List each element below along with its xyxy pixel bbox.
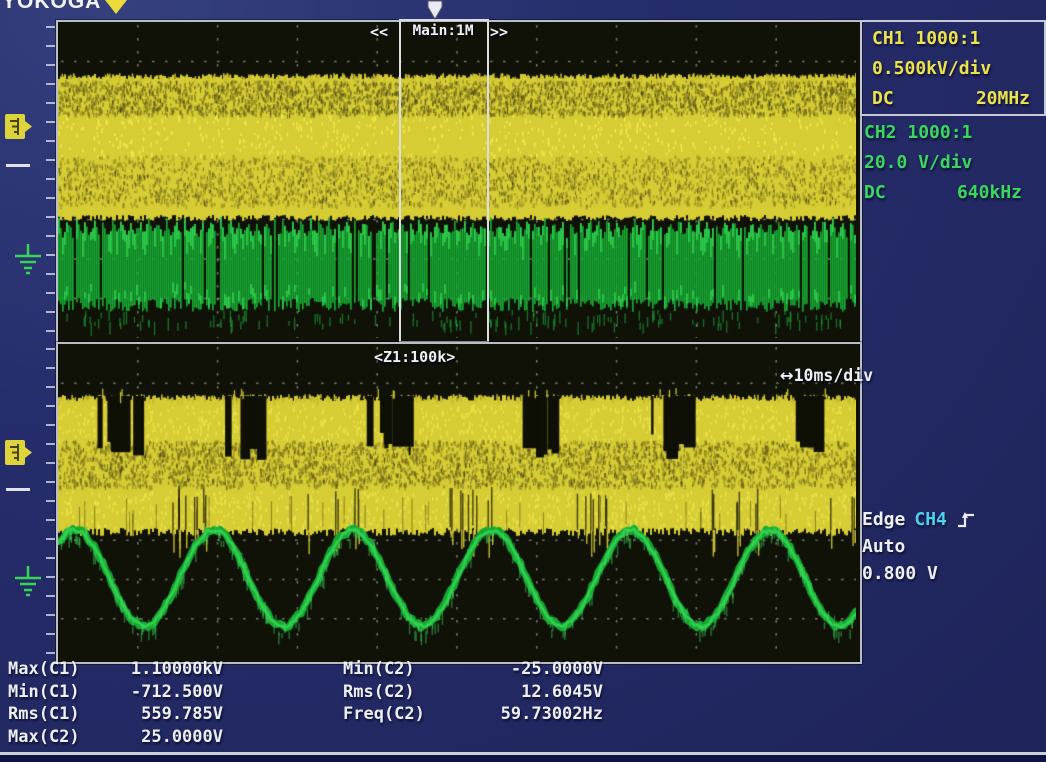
zoom-timebase: 10ms/div [794, 366, 873, 385]
measurements-column-1: Max(C1)1.10000kV Min(C1)-712.500V Rms(C1… [8, 659, 223, 749]
zoom-timebase-readout: ↔10ms/div [740, 347, 856, 404]
main-window-canvas [58, 22, 856, 338]
main-nav-left: << [370, 23, 388, 41]
trigger-type: Edge [862, 506, 905, 533]
ch1-ground-marker-main [4, 112, 34, 142]
trigger-position-pointer-icon [424, 0, 446, 20]
ch1-ground-marker-zoom [4, 438, 34, 468]
left-right-arrow-icon: ↔ [780, 366, 794, 385]
main-nav-right: >> [490, 23, 508, 41]
rising-edge-icon [956, 510, 976, 530]
ch2-name: CH2 [864, 122, 897, 143]
trigger-mode: Auto [862, 533, 976, 560]
measurements-column-2: Min(C2)-25.0000V Rms(C2)12.6045V Freq(C2… [343, 659, 603, 727]
ch2-settings-block: CH2 1000:1 20.0 V/div DC 640kHz [864, 118, 1022, 208]
ch2-coupling: DC [864, 178, 886, 208]
meas-value: -712.500V [118, 682, 223, 705]
ch1-name-probe: CH1 1000:1 [872, 24, 1044, 54]
meas-label: Rms(C2) [343, 682, 458, 705]
zoom-window-canvas [58, 344, 856, 658]
ch2-scale: 20.0 V/div [864, 148, 1022, 178]
trigger-level-tick-zoom [6, 488, 30, 491]
ch1-coupling: DC [872, 84, 894, 114]
ch1-name: CH1 [872, 28, 905, 49]
oscilloscope-screen: YOKOGAWA 1MS/s 100ms/div << Main:1M >> <… [0, 0, 1046, 762]
meas-label: Max(C1) [8, 659, 118, 682]
meas-label: Freq(C2) [343, 704, 458, 727]
trigger-source: CH4 [914, 506, 947, 533]
ch2-coupling-bandwidth: DC 640kHz [864, 178, 1022, 208]
meas-value: 59.73002Hz [458, 704, 603, 727]
ch2-ground-marker-main [12, 242, 44, 276]
main-window-label: Main:1M [401, 23, 485, 39]
left-scale-ticks-zoom [46, 348, 55, 654]
meas-value: 12.6045V [458, 682, 603, 705]
zoom-window-label: <Z1:100k> [374, 348, 455, 366]
ch2-name-probe: CH2 1000:1 [864, 118, 1022, 148]
trigger-settings-block: Edge CH4 Auto 0.800 V [862, 506, 976, 587]
trigger-level: 0.800 V [862, 560, 976, 587]
meas-value: 559.785V [118, 704, 223, 727]
meas-label: Min(C2) [343, 659, 458, 682]
ch1-bandwidth: 20MHz [976, 84, 1030, 114]
ch1-scale: 0.500kV/div [872, 54, 1044, 84]
main-waveform-window [56, 20, 862, 344]
meas-label: Rms(C1) [8, 704, 118, 727]
meas-label: Max(C2) [8, 727, 118, 750]
left-scale-ticks-main [46, 26, 55, 334]
trigger-level-tick-main [6, 164, 30, 167]
brand-logo: YOKOGAWA [2, 0, 102, 14]
ch2-probe-ratio: 1000:1 [907, 122, 972, 143]
ch2-bandwidth: 640kHz [957, 178, 1022, 208]
yellow-down-triangle-icon [105, 0, 127, 14]
meas-value: -25.0000V [458, 659, 603, 682]
meas-label: Min(C1) [8, 682, 118, 705]
ch1-probe-ratio: 1000:1 [915, 28, 980, 49]
bottom-screen-edge [0, 755, 1046, 762]
ch1-coupling-bandwidth: DC 20MHz [872, 84, 1030, 114]
meas-value: 1.10000kV [118, 659, 223, 682]
brand-logo-text: YOKOGAWA [2, 0, 102, 14]
ch2-ground-marker-zoom [12, 564, 44, 598]
meas-value: 25.0000V [118, 727, 223, 750]
ch1-settings-box: CH1 1000:1 0.500kV/div DC 20MHz [860, 20, 1046, 116]
acquisition-readout: 1MS/s 100ms/div [600, 0, 858, 17]
